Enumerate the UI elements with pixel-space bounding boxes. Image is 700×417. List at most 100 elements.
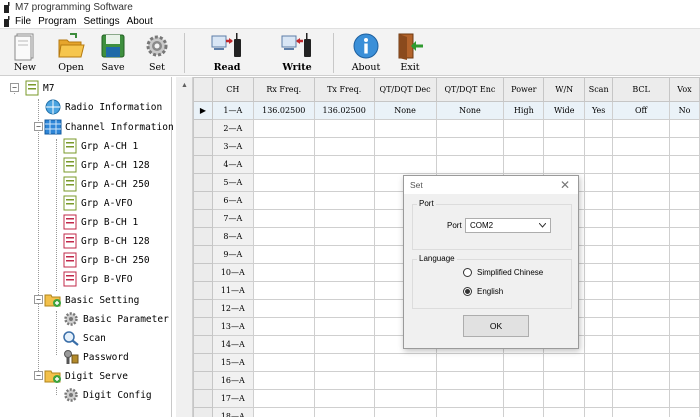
table-cell[interactable]: [373, 407, 437, 417]
table-cell[interactable]: [313, 209, 375, 228]
table-cell[interactable]: [584, 407, 614, 417]
tree-node-basic-setting[interactable]: Basic Setting: [44, 291, 139, 309]
table-cell[interactable]: [668, 173, 700, 192]
close-icon[interactable]: ✕: [560, 178, 570, 192]
table-cell[interactable]: [584, 371, 614, 390]
table-cell[interactable]: [435, 371, 505, 390]
table-cell[interactable]: [584, 263, 614, 282]
channel-cell[interactable]: 5—A: [211, 173, 254, 192]
channel-cell[interactable]: 12—A: [211, 299, 254, 318]
channel-cell[interactable]: 6—A: [211, 191, 254, 210]
table-cell[interactable]: [612, 389, 670, 408]
channel-cell[interactable]: 2—A: [211, 119, 254, 138]
row-selector[interactable]: [192, 155, 213, 174]
channel-cell[interactable]: 7—A: [211, 209, 254, 228]
table-cell[interactable]: [313, 299, 375, 318]
table-row[interactable]: 18—A: [176, 407, 700, 417]
table-cell[interactable]: [435, 389, 505, 408]
channel-cell[interactable]: 14—A: [211, 335, 254, 354]
table-cell[interactable]: [543, 137, 586, 156]
table-cell[interactable]: [612, 407, 670, 417]
column-header[interactable]: W/N: [543, 77, 586, 102]
table-cell[interactable]: [313, 281, 375, 300]
radio-button[interactable]: [463, 268, 472, 277]
row-selector[interactable]: [192, 389, 213, 408]
table-cell[interactable]: [373, 371, 437, 390]
table-cell[interactable]: [252, 137, 315, 156]
expand-root-toggle[interactable]: −: [10, 83, 19, 92]
table-row[interactable]: 3—A: [176, 137, 700, 156]
row-selector[interactable]: [192, 119, 213, 138]
table-cell[interactable]: [252, 389, 315, 408]
channel-cell[interactable]: 1—A: [211, 101, 254, 120]
table-row[interactable]: 17—A: [176, 389, 700, 408]
table-cell[interactable]: [313, 263, 375, 282]
table-cell[interactable]: [584, 119, 614, 138]
row-selector[interactable]: [192, 263, 213, 282]
table-cell[interactable]: [373, 389, 437, 408]
table-cell[interactable]: [435, 407, 505, 417]
write-button[interactable]: Write: [275, 29, 319, 77]
table-cell[interactable]: [612, 227, 670, 246]
table-cell[interactable]: High: [503, 101, 545, 120]
menu-settings[interactable]: Settings: [83, 16, 119, 27]
table-cell[interactable]: [435, 137, 505, 156]
table-cell[interactable]: [668, 209, 700, 228]
table-cell[interactable]: [252, 155, 315, 174]
table-cell[interactable]: [612, 299, 670, 318]
table-cell[interactable]: [252, 245, 315, 264]
row-selector[interactable]: [192, 299, 213, 318]
table-cell[interactable]: 136.02500: [313, 101, 375, 120]
table-cell[interactable]: [584, 317, 614, 336]
table-row[interactable]: 16—A: [176, 371, 700, 390]
tree-node-grp-b-ch128[interactable]: Grp B-CH 128: [62, 232, 150, 250]
table-cell[interactable]: [435, 353, 505, 372]
table-cell[interactable]: [668, 335, 700, 354]
tree-node-scan[interactable]: Scan: [62, 329, 106, 347]
row-selector[interactable]: [192, 335, 213, 354]
table-cell[interactable]: [584, 353, 614, 372]
row-selector[interactable]: [192, 137, 213, 156]
table-row[interactable]: 4—A: [176, 155, 700, 174]
table-cell[interactable]: [584, 389, 614, 408]
table-cell[interactable]: [584, 209, 614, 228]
column-header[interactable]: QT/DQT Dec: [373, 77, 437, 102]
channel-cell[interactable]: 18—A: [211, 407, 254, 417]
table-cell[interactable]: [252, 227, 315, 246]
table-cell[interactable]: [313, 335, 375, 354]
table-cell[interactable]: [313, 353, 375, 372]
radio-simplified-chinese[interactable]: Simplified Chinese: [463, 268, 543, 277]
read-button[interactable]: Read: [205, 29, 249, 77]
table-cell[interactable]: [252, 281, 315, 300]
table-cell[interactable]: [584, 155, 614, 174]
tree-node-password[interactable]: Password: [62, 348, 129, 366]
table-cell[interactable]: [612, 263, 670, 282]
table-cell[interactable]: [503, 371, 545, 390]
tree-node-grp-a-vfo[interactable]: Grp A-VFO: [62, 194, 132, 212]
table-cell[interactable]: [373, 137, 437, 156]
expand-basic-setting-toggle[interactable]: −: [34, 295, 43, 304]
table-cell[interactable]: None: [435, 101, 505, 120]
row-selector[interactable]: [192, 317, 213, 336]
table-cell[interactable]: [373, 119, 437, 138]
column-header[interactable]: Rx Freq.: [252, 77, 315, 102]
table-cell[interactable]: [313, 155, 375, 174]
tree-node-grp-b-ch250[interactable]: Grp B-CH 250: [62, 251, 150, 269]
tree-node-grp-b-ch1[interactable]: Grp B-CH 1: [62, 213, 138, 231]
channel-cell[interactable]: 9—A: [211, 245, 254, 264]
row-selector[interactable]: [192, 227, 213, 246]
row-selector[interactable]: [192, 371, 213, 390]
table-cell[interactable]: [313, 245, 375, 264]
table-cell[interactable]: [584, 227, 614, 246]
about-button[interactable]: About: [344, 29, 388, 77]
table-cell[interactable]: [668, 281, 700, 300]
table-cell[interactable]: [503, 407, 545, 417]
table-cell[interactable]: [373, 353, 437, 372]
table-cell[interactable]: [668, 353, 700, 372]
port-select[interactable]: COM2: [465, 218, 551, 233]
table-cell[interactable]: [313, 371, 375, 390]
tree-node-basic-parameter[interactable]: Basic Parameter: [62, 310, 169, 328]
row-selector[interactable]: [192, 353, 213, 372]
row-selector[interactable]: [192, 245, 213, 264]
channel-cell[interactable]: 4—A: [211, 155, 254, 174]
